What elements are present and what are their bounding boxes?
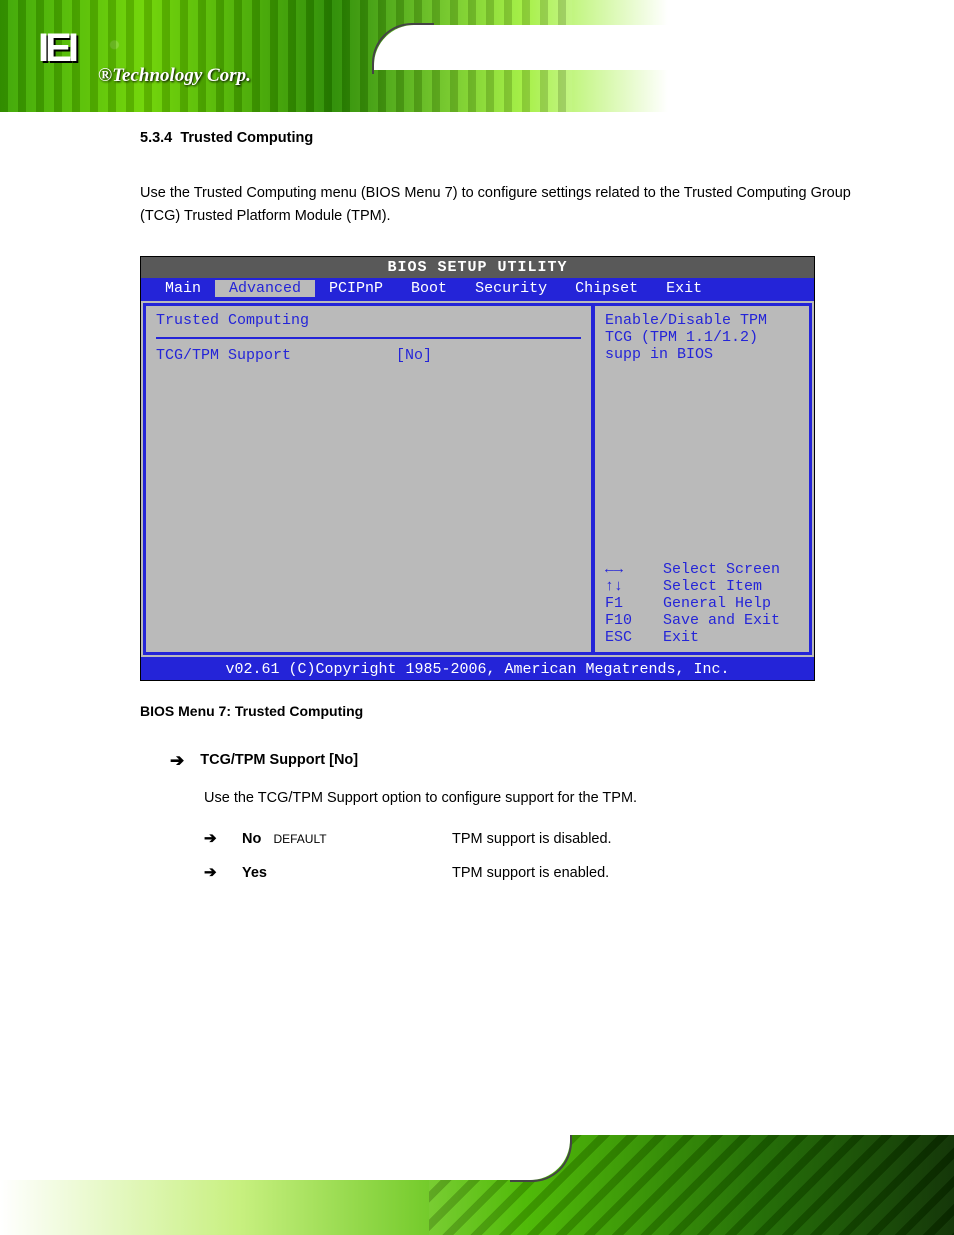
figure-caption: BIOS Menu 7: Trusted Computing xyxy=(140,703,894,719)
bios-tab-main[interactable]: Main xyxy=(151,280,215,297)
bios-setting-label: TCG/TPM Support xyxy=(156,347,396,364)
bios-help-line: supp in BIOS xyxy=(605,346,799,363)
bios-help-line: TCG (TPM 1.1/1.2) xyxy=(605,329,799,346)
bios-screenshot: BIOS SETUP UTILITY Main Advanced PCIPnP … xyxy=(140,256,815,681)
bios-tab-security[interactable]: Security xyxy=(461,280,561,297)
bios-setting-row[interactable]: TCG/TPM Support [No] xyxy=(156,347,581,364)
section-heading: 5.3.4 Trusted Computing xyxy=(140,130,894,146)
arrow-icon: ➔ xyxy=(204,828,232,849)
bios-divider xyxy=(156,337,581,339)
bios-section-header: Trusted Computing xyxy=(156,312,581,331)
option-title: TCG/TPM Support [No] xyxy=(200,749,358,772)
footer-curve xyxy=(0,1135,570,1180)
header-curve xyxy=(374,25,954,70)
bios-nav-row: F1General Help xyxy=(605,595,799,612)
bios-nav-row: F10Save and Exit xyxy=(605,612,799,629)
bios-nav-row: ↑↓Select Item xyxy=(605,578,799,595)
bios-setting-value: [No] xyxy=(396,347,432,364)
bios-nav-row: ESCExit xyxy=(605,629,799,646)
bios-help-text: Enable/Disable TPM TCG (TPM 1.1/1.2) sup… xyxy=(605,312,799,363)
option-choice-name: Yes xyxy=(242,862,442,885)
bios-tab-advanced[interactable]: Advanced xyxy=(215,280,315,297)
bios-body: Trusted Computing TCG/TPM Support [No] E… xyxy=(141,299,814,659)
option-heading-line: ➔ TCG/TPM Support [No] xyxy=(140,749,894,773)
bios-tab-boot[interactable]: Boot xyxy=(397,280,461,297)
bios-footer-bar: v02.61 (C)Copyright 1985-2006, American … xyxy=(141,659,814,680)
brand-box: IEI ®Technology Corp. xyxy=(38,26,251,87)
option-choice-name: No DEFAULT xyxy=(242,828,442,851)
option-choice-desc: TPM support is disabled. xyxy=(452,828,894,851)
option-choice-desc: TPM support is enabled. xyxy=(452,862,894,885)
page-footer-band xyxy=(0,1135,954,1235)
bios-tab-chipset[interactable]: Chipset xyxy=(561,280,652,297)
bios-menu-bar: Main Advanced PCIPnP Boot Security Chips… xyxy=(141,278,814,299)
bios-left-panel: Trusted Computing TCG/TPM Support [No] xyxy=(143,303,593,655)
intro-paragraph: Use the Trusted Computing menu (BIOS Men… xyxy=(140,182,894,228)
option-choice-row: ➔ No DEFAULT TPM support is disabled. xyxy=(140,828,894,851)
option-choice-row: ➔ Yes TPM support is enabled. xyxy=(140,862,894,885)
brand-tagline: ®Technology Corp. xyxy=(98,65,251,87)
bios-help-line: Enable/Disable TPM xyxy=(605,312,799,329)
bios-title-bar: BIOS SETUP UTILITY xyxy=(141,257,814,278)
bios-nav-row: ←→Select Screen xyxy=(605,561,799,578)
bios-tab-pcipnp[interactable]: PCIPnP xyxy=(315,280,397,297)
bios-right-panel: Enable/Disable TPM TCG (TPM 1.1/1.2) sup… xyxy=(593,303,812,655)
bios-tab-exit[interactable]: Exit xyxy=(652,280,716,297)
arrow-icon: ➔ xyxy=(170,749,184,773)
arrow-icon: ➔ xyxy=(204,862,232,883)
page-header-band: IEI ®Technology Corp. xyxy=(0,0,954,112)
page-content: 5.3.4 Trusted Computing Use the Trusted … xyxy=(0,130,954,885)
bios-nav-list: ←→Select Screen ↑↓Select Item F1General … xyxy=(605,561,799,646)
option-body: Use the TCG/TPM Support option to config… xyxy=(140,787,894,810)
